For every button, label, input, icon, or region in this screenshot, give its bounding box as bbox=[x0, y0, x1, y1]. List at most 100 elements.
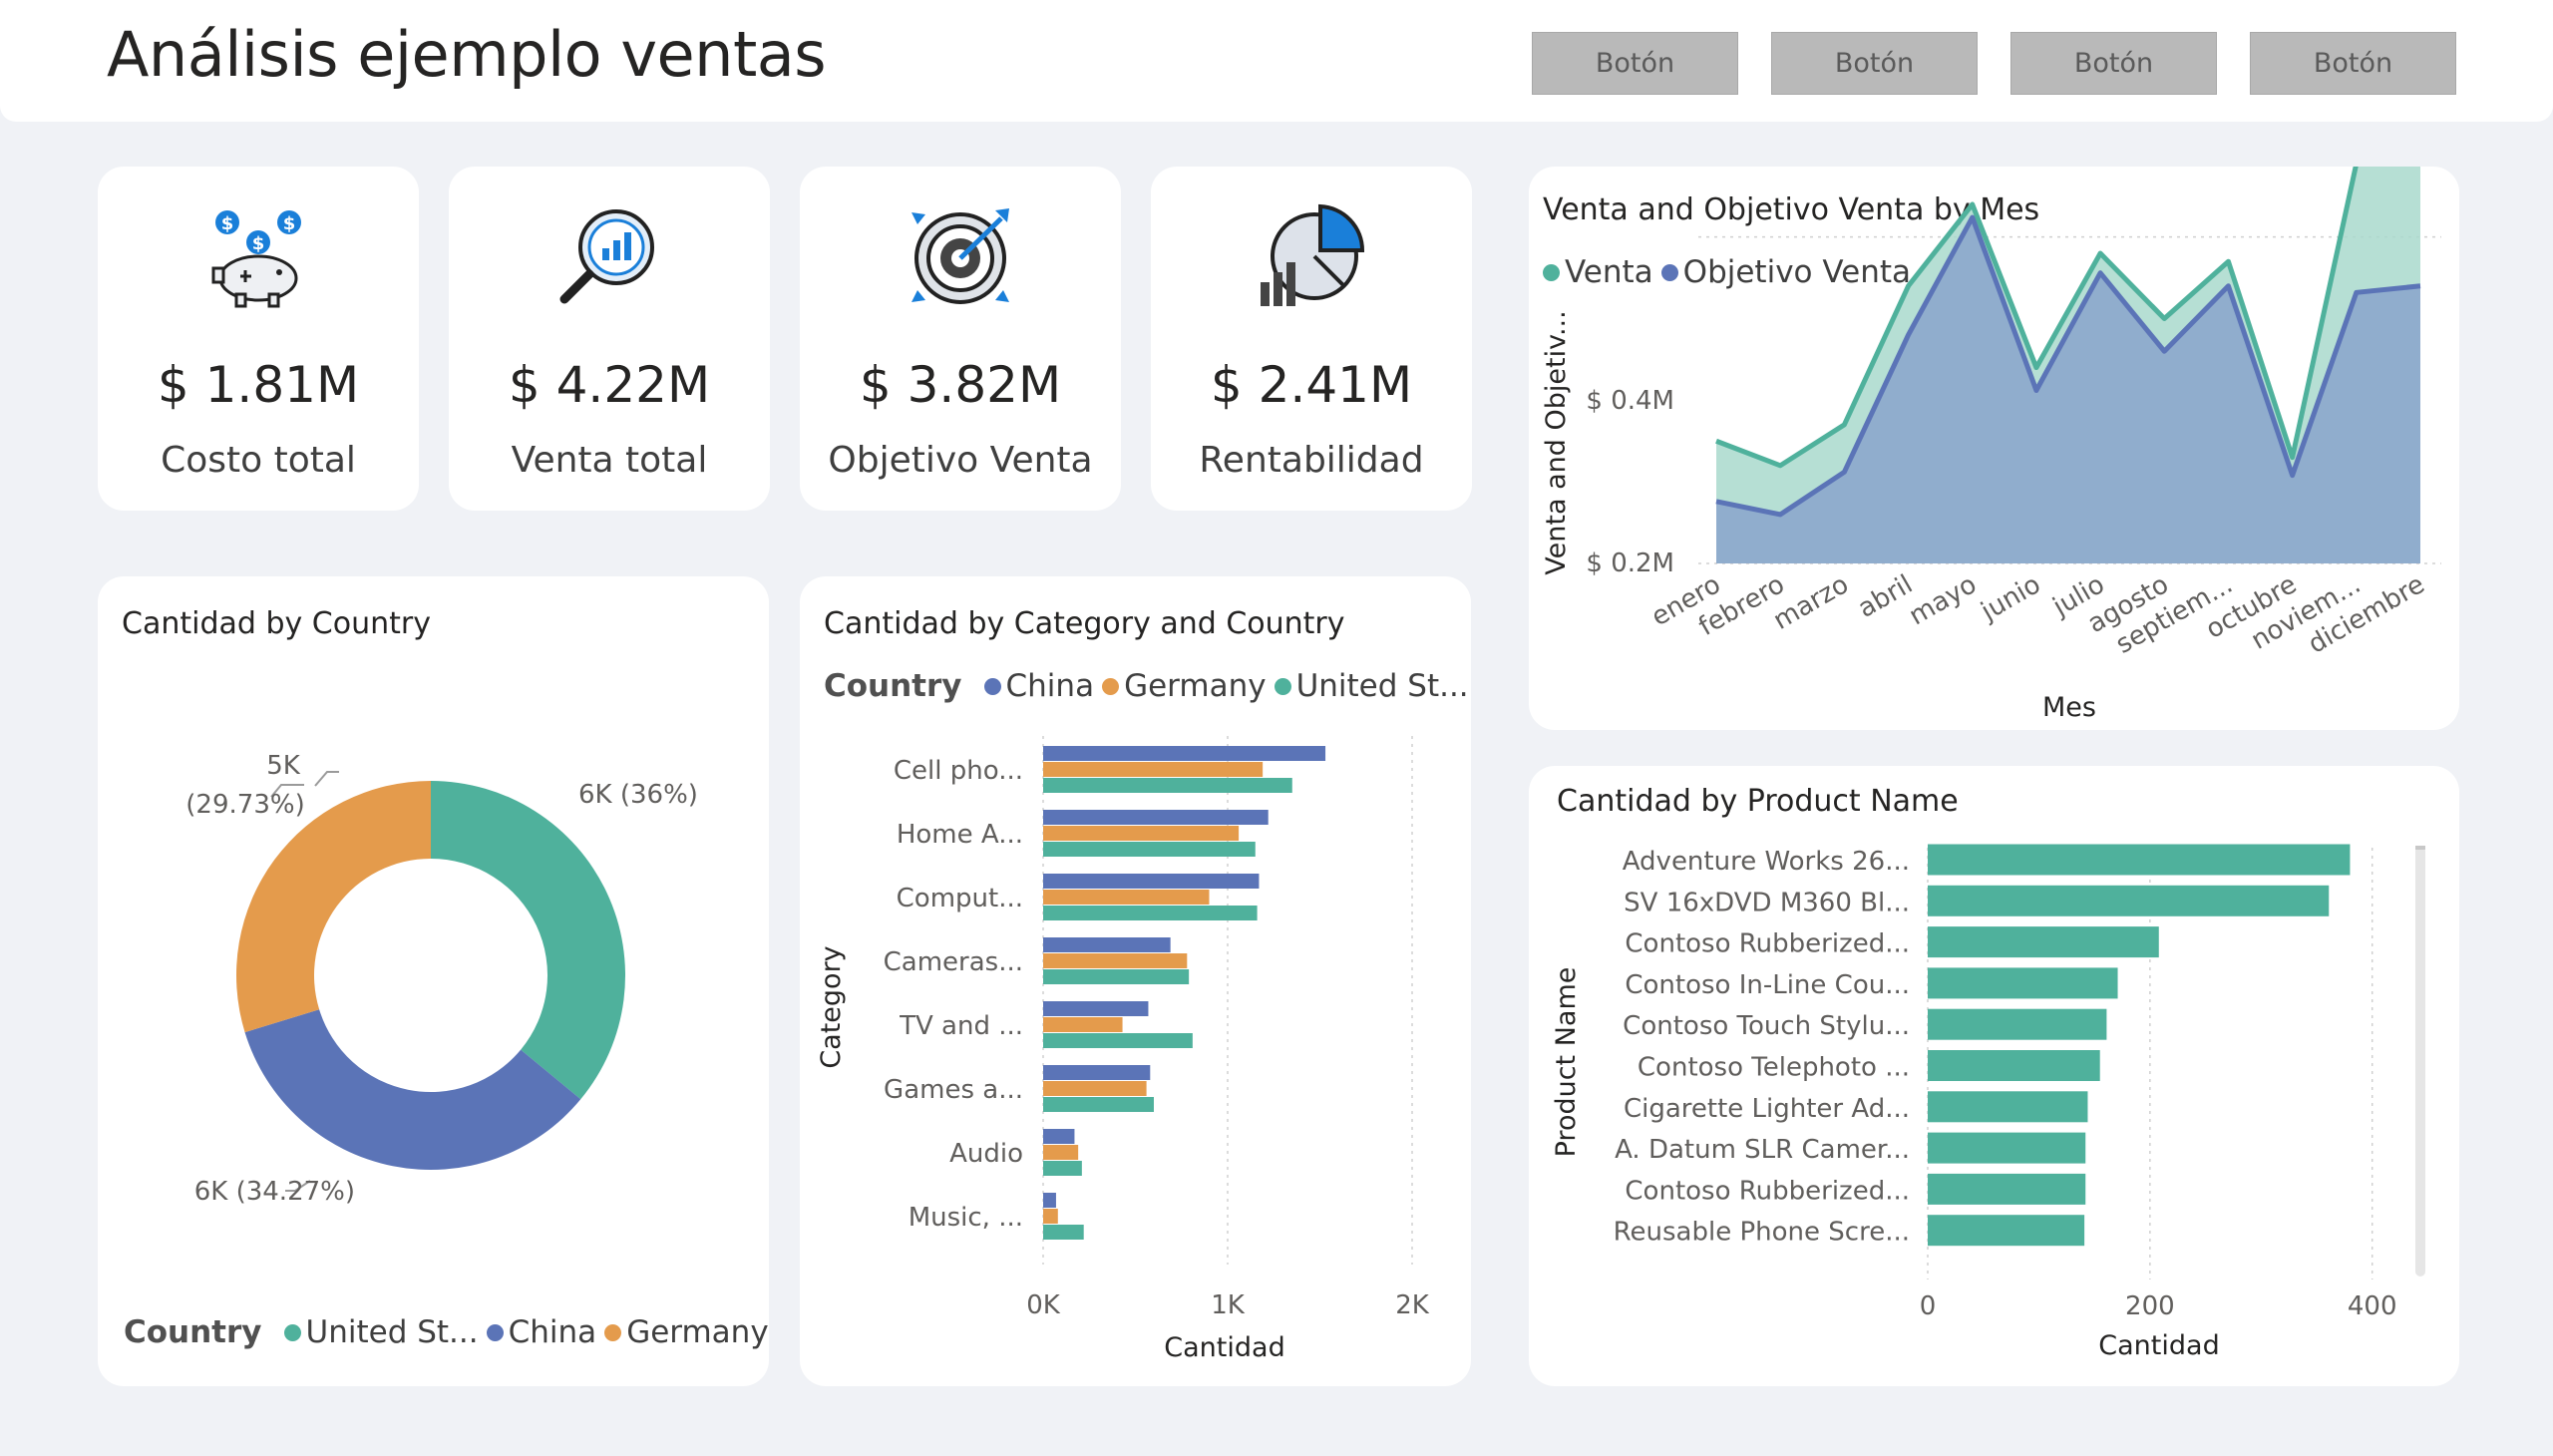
category-bar-united-st-0[interactable] bbox=[1043, 778, 1292, 793]
product-label-8: Contoso Rubberized... bbox=[1625, 1176, 1910, 1206]
category-x-tick: 1K bbox=[1211, 1290, 1246, 1320]
category-x-tick: 2K bbox=[1395, 1290, 1430, 1320]
category-bar-china-7[interactable] bbox=[1043, 1193, 1056, 1208]
product-x-tick: 400 bbox=[2348, 1291, 2397, 1321]
nav-button-2[interactable]: Botón bbox=[1771, 32, 1978, 95]
donut-slice-united-st[interactable] bbox=[431, 781, 626, 1100]
product-label-1: SV 16xDVD M360 Bl... bbox=[1624, 888, 1910, 917]
product-bar-4[interactable] bbox=[1928, 1008, 2107, 1040]
legend-dot-orange bbox=[604, 1323, 622, 1341]
category-bar-germany-6[interactable] bbox=[1043, 1145, 1079, 1160]
donut-legend-china[interactable]: China bbox=[509, 1314, 597, 1350]
category-label-6: Audio bbox=[949, 1139, 1023, 1169]
category-bar-china-3[interactable] bbox=[1043, 937, 1171, 952]
category-bar-china-2[interactable] bbox=[1043, 874, 1260, 889]
category-bar-united-st-6[interactable] bbox=[1043, 1161, 1082, 1176]
category-y-axis-title: Category bbox=[816, 945, 847, 1068]
svg-text:$: $ bbox=[283, 213, 296, 234]
category-bar-united-st-2[interactable] bbox=[1043, 906, 1258, 920]
product-chart-card[interactable]: Cantidad by Product Name Adventure Works… bbox=[1529, 766, 2459, 1386]
donut-card[interactable]: Cantidad by Country 6K (36%) 5K (29.73%)… bbox=[98, 576, 769, 1386]
donut-legend-united-states[interactable]: United St... bbox=[306, 1314, 479, 1350]
product-label-4: Contoso Touch Stylu... bbox=[1623, 1011, 1910, 1041]
product-label-5: Contoso Telephoto ... bbox=[1638, 1053, 1910, 1083]
category-bar-germany-0[interactable] bbox=[1043, 762, 1264, 777]
category-bar-china-4[interactable] bbox=[1043, 1001, 1149, 1016]
category-bar-germany-1[interactable] bbox=[1043, 826, 1240, 841]
category-bar-china-6[interactable] bbox=[1043, 1129, 1075, 1144]
nav-button-4[interactable]: Botón bbox=[2250, 32, 2456, 95]
category-bar-germany-2[interactable] bbox=[1043, 890, 1210, 905]
nav-button-3[interactable]: Botón bbox=[2010, 32, 2217, 95]
legend-dot-blue bbox=[486, 1323, 504, 1341]
product-label-7: A. Datum SLR Camer... bbox=[1615, 1135, 1910, 1165]
product-x-tick: 200 bbox=[2125, 1291, 2175, 1321]
kpi-label-rentabilidad: Rentabilidad bbox=[1199, 440, 1424, 481]
product-bar-1[interactable] bbox=[1928, 885, 2330, 916]
line-chart-card[interactable]: Venta and Objetivo Venta by Mes Venta Ob… bbox=[1529, 167, 2459, 730]
category-bar-china-1[interactable] bbox=[1043, 810, 1269, 825]
kpi-label-objetivo-venta: Objetivo Venta bbox=[828, 440, 1093, 481]
product-bar-7[interactable] bbox=[1928, 1132, 2086, 1164]
category-bar-china-5[interactable] bbox=[1043, 1065, 1151, 1080]
category-x-tick: 0K bbox=[1026, 1290, 1061, 1320]
product-bar-chart[interactable]: Adventure Works 26... SV 16xDVD M360 Bl..… bbox=[1529, 766, 2459, 1386]
kpi-card-objetivo-venta[interactable]: $ 3.82M Objetivo Venta bbox=[800, 167, 1121, 511]
category-label-1: Home A... bbox=[897, 820, 1023, 850]
category-bar-germany-4[interactable] bbox=[1043, 1017, 1123, 1032]
product-bar-8[interactable] bbox=[1928, 1173, 2086, 1205]
product-bar-0[interactable] bbox=[1928, 844, 2351, 876]
product-label-0: Adventure Works 26... bbox=[1623, 847, 1910, 877]
donut-label-united-states: 6K (36%) bbox=[578, 780, 698, 810]
product-bar-6[interactable] bbox=[1928, 1091, 2088, 1123]
kpi-card-rentabilidad[interactable]: $ 2.41M Rentabilidad bbox=[1151, 167, 1472, 511]
kpi-value-rentabilidad: $ 2.41M bbox=[1210, 356, 1413, 414]
svg-text:$: $ bbox=[221, 213, 234, 234]
venta-area-chart[interactable]: enerofebreromarzo abrilmayojunio julioagos… bbox=[1529, 167, 2459, 730]
product-scrollbar-track[interactable] bbox=[2415, 846, 2425, 1276]
category-bar-china-0[interactable] bbox=[1043, 746, 1326, 761]
product-label-6: Cigarette Lighter Ad... bbox=[1624, 1094, 1910, 1124]
kpi-label-costo-total: Costo total bbox=[161, 440, 356, 481]
donut-label-germany-pct: (29.73%) bbox=[185, 790, 304, 820]
kpi-value-objetivo-venta: $ 3.82M bbox=[859, 356, 1062, 414]
line-x-axis-title: Mes bbox=[2042, 692, 2096, 723]
donut-label-china: 6K (34.27%) bbox=[194, 1177, 355, 1207]
product-y-axis-title: Product Name bbox=[1551, 967, 1582, 1158]
line-x-tick-3: abril bbox=[1853, 569, 1918, 624]
product-bar-3[interactable] bbox=[1928, 967, 2118, 999]
kpi-card-costo-total[interactable]: $ $ $ $ 1.81M Costo total bbox=[98, 167, 419, 511]
category-bar-chart[interactable]: Cell pho... Home A... Comput... Cameras... T… bbox=[800, 576, 1471, 1386]
kpi-card-venta-total[interactable]: $ 4.22M Venta total bbox=[449, 167, 770, 511]
donut-legend: Country United St... China Germany bbox=[124, 1314, 769, 1350]
category-bar-united-st-3[interactable] bbox=[1043, 969, 1190, 984]
kpi-value-costo-total: $ 1.81M bbox=[157, 356, 360, 414]
product-bar-9[interactable] bbox=[1928, 1215, 2085, 1247]
donut-slice-china[interactable] bbox=[244, 1009, 581, 1170]
donut-legend-germany[interactable]: Germany bbox=[626, 1314, 768, 1350]
product-scrollbar-thumb[interactable] bbox=[2415, 846, 2425, 850]
pie-chart-icon bbox=[1261, 203, 1365, 306]
header-bar: Análisis ejemplo ventas Botón Botón Botó… bbox=[0, 0, 2553, 122]
product-label-2: Contoso Rubberized... bbox=[1625, 929, 1910, 959]
category-bar-germany-5[interactable] bbox=[1043, 1081, 1147, 1096]
category-label-0: Cell pho... bbox=[894, 756, 1023, 786]
kpi-label-venta-total: Venta total bbox=[511, 440, 708, 481]
category-bar-united-st-5[interactable] bbox=[1043, 1097, 1154, 1112]
category-label-4: TV and ... bbox=[899, 1011, 1023, 1041]
category-bar-germany-7[interactable] bbox=[1043, 1209, 1058, 1224]
product-bar-2[interactable] bbox=[1928, 926, 2159, 958]
line-y-tick-0-4m: $ 0.4M bbox=[1586, 386, 1674, 416]
category-bar-united-st-1[interactable] bbox=[1043, 842, 1256, 857]
category-bar-united-st-7[interactable] bbox=[1043, 1225, 1084, 1240]
donut-chart[interactable]: 6K (36%) 5K (29.73%) 6K (34.27%) bbox=[98, 576, 769, 1386]
product-label-9: Reusable Phone Scre... bbox=[1614, 1218, 1910, 1248]
category-chart-card[interactable]: Cantidad by Category and Country Country… bbox=[800, 576, 1471, 1386]
category-bar-germany-3[interactable] bbox=[1043, 953, 1188, 968]
nav-button-1[interactable]: Botón bbox=[1532, 32, 1738, 95]
page-title: Análisis ejemplo ventas bbox=[107, 18, 827, 91]
target-icon bbox=[912, 208, 1009, 304]
product-bar-5[interactable] bbox=[1928, 1050, 2100, 1081]
category-label-2: Comput... bbox=[897, 884, 1023, 913]
category-bar-united-st-4[interactable] bbox=[1043, 1033, 1193, 1048]
